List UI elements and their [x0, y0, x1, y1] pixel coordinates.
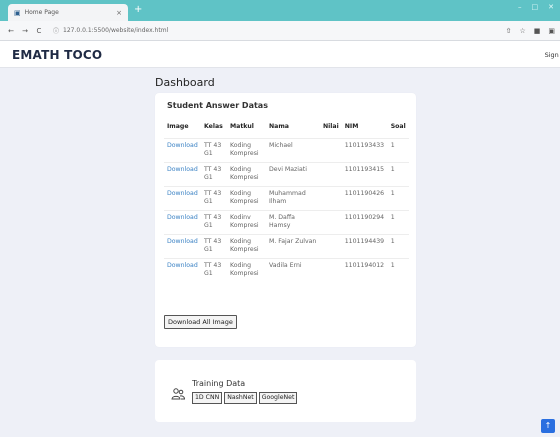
toolbar-icons: ⇧ ☆ ■ ▣ — [506, 27, 555, 35]
users-icon — [171, 388, 185, 400]
column-header-kelas: Kelas — [204, 123, 223, 130]
train-nashnet-button[interactable]: NashNet — [224, 392, 257, 404]
minimize-icon[interactable]: – — [518, 3, 522, 11]
cell-kelas: TT 43 G1 — [201, 162, 227, 187]
scroll-to-top-button[interactable]: ↑ — [541, 419, 555, 433]
train-googlenet-button[interactable]: GoogleNet — [258, 392, 298, 404]
cell-nama: Muhammad Ilham — [266, 186, 320, 211]
cell-matkul: Koding Kompresi — [227, 186, 266, 211]
download-link[interactable]: Download — [164, 258, 201, 282]
site-info-icon[interactable]: ⓘ — [53, 26, 59, 35]
window-controls: – □ ✕ — [518, 3, 554, 11]
cell-nama: Michael — [266, 138, 320, 163]
back-icon[interactable]: ← — [5, 27, 17, 35]
table-row: Download TT 43 G1 Koding Kompresi Muhamm… — [164, 186, 409, 211]
cell-kelas: TT 43 G1 — [201, 258, 227, 282]
address-bar: ← → C ⓘ 127.0.0.1:5500/website/index.htm… — [0, 21, 560, 41]
cell-nilai — [320, 258, 342, 282]
forward-icon[interactable]: → — [19, 27, 31, 35]
share-icon[interactable]: ⇧ — [506, 27, 512, 35]
table-row: Download TT 43 G1 Koding Kompresi Devi M… — [164, 162, 409, 187]
cell-nama: Vadila Erni — [266, 258, 320, 282]
cell-soal: 1 — [387, 210, 409, 235]
cell-nilai — [320, 186, 342, 211]
column-header-nama: Nama — [269, 123, 289, 130]
cell-kelas: TT 43 G1 — [201, 234, 227, 259]
arrow-up-icon: ↑ — [544, 421, 552, 430]
cell-soal: 1 — [387, 258, 409, 282]
maximize-icon[interactable]: □ — [532, 3, 539, 11]
cell-soal: 1 — [387, 186, 409, 211]
url-text: 127.0.0.1:5500/website/index.html — [63, 27, 169, 34]
cell-nama: Devi Maziati — [266, 162, 320, 187]
download-link[interactable]: Download — [164, 162, 201, 187]
page-favicon-icon: ▣ — [14, 8, 21, 17]
answers-table: Image Kelas Matkul Nama Nilai NIM Soal D… — [164, 123, 409, 282]
download-link[interactable]: Download — [164, 138, 201, 163]
cell-nama: M. Fajar Zulvan — [266, 234, 320, 259]
column-header-image: Image — [167, 123, 189, 130]
page-title: Dashboard — [155, 76, 215, 89]
tab-home-page[interactable]: ▣ Home Page × — [8, 4, 128, 21]
new-tab-button[interactable]: + — [134, 4, 142, 16]
table-row: Download TT 43 G1 Kodinv Kompresi M. Daf… — [164, 210, 409, 235]
brand-logo[interactable]: EMATH TOCO — [12, 48, 102, 62]
column-header-nilai: Nilai — [323, 123, 339, 130]
cell-nim: 1101193433 — [341, 138, 388, 163]
cell-matkul: Koding Kompresi — [227, 234, 266, 259]
bookmark-star-icon[interactable]: ☆ — [519, 27, 525, 35]
cell-kelas: TT 43 G1 — [201, 138, 227, 163]
cell-nim: 1101190426 — [341, 186, 388, 211]
cell-soal: 1 — [387, 138, 409, 163]
cell-soal: 1 — [387, 162, 409, 187]
train-1d-cnn-button[interactable]: 1D CNN — [192, 392, 223, 404]
cell-nilai — [320, 234, 342, 259]
cell-kelas: TT 43 G1 — [201, 186, 227, 211]
profile-icon[interactable]: ▣ — [548, 27, 555, 35]
table-row: Download TT 43 G1 Koding Kompresi Vadila… — [164, 258, 409, 282]
site-header: EMATH TOCO Sign O — [0, 41, 560, 68]
cell-matkul: Koding Kompresi — [227, 258, 266, 282]
download-all-button[interactable]: Download All Image — [164, 315, 237, 329]
browser-tab-bar: ▣ Home Page × + – □ ✕ — [0, 0, 560, 21]
cell-matkul: Koding Kompresi — [227, 138, 266, 163]
column-header-matkul: Matkul — [230, 123, 254, 130]
table-header-row: Image Kelas Matkul Nama Nilai NIM Soal — [164, 123, 409, 139]
training-data-card: Training Data 1D CNN NashNet GoogleNet — [155, 360, 416, 422]
sidebar-icon[interactable]: ■ — [534, 27, 541, 35]
cell-kelas: TT 43 G1 — [201, 210, 227, 235]
download-link[interactable]: Download — [164, 234, 201, 259]
cell-nim: 1101193415 — [341, 162, 388, 187]
cell-nim: 1101194439 — [341, 234, 388, 259]
table-row: Download TT 43 G1 Koding Kompresi Michae… — [164, 138, 409, 163]
sign-out-link[interactable]: Sign O — [545, 51, 560, 59]
column-header-nim: NIM — [344, 123, 359, 130]
model-buttons: 1D CNN NashNet GoogleNet — [192, 392, 298, 404]
download-link[interactable]: Download — [164, 210, 201, 235]
cell-nim: 1101194012 — [341, 258, 388, 282]
cell-soal: 1 — [387, 234, 409, 259]
cell-nim: 1101190294 — [341, 210, 388, 235]
cell-nilai — [320, 210, 342, 235]
cell-nilai — [320, 162, 342, 187]
column-header-soal: Soal — [390, 123, 406, 130]
cell-nilai — [320, 138, 342, 163]
reload-icon[interactable]: C — [33, 27, 45, 35]
cell-matkul: Koding Kompresi — [227, 162, 266, 187]
tab-close-icon[interactable]: × — [116, 9, 122, 17]
card-title: Student Answer Datas — [167, 101, 268, 110]
student-answers-card: Student Answer Datas Image Kelas Matkul … — [155, 93, 416, 347]
url-field[interactable]: ⓘ 127.0.0.1:5500/website/index.html — [53, 26, 168, 35]
table-row: Download TT 43 G1 Koding Kompresi M. Faj… — [164, 234, 409, 259]
tab-title: Home Page — [24, 9, 59, 16]
cell-matkul: Kodinv Kompresi — [227, 210, 266, 235]
cell-nama: M. Daffa Hamsy — [266, 210, 320, 235]
training-title: Training Data — [192, 379, 246, 388]
download-link[interactable]: Download — [164, 186, 201, 211]
close-window-icon[interactable]: ✕ — [548, 3, 554, 11]
